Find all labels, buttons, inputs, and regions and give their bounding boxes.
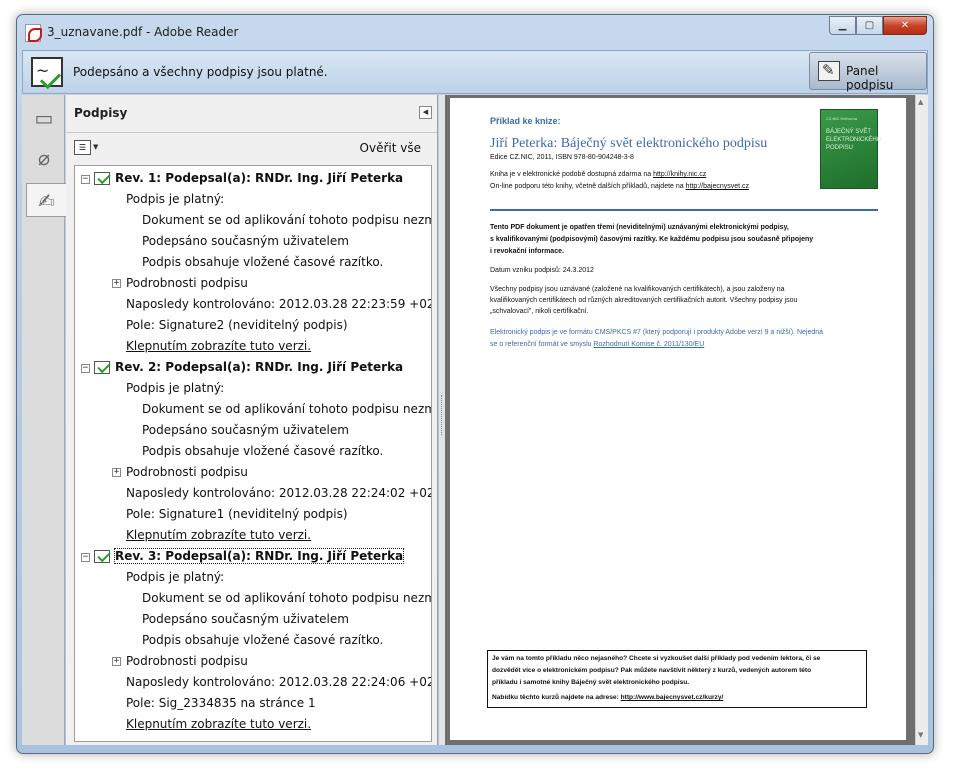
signature-field-text: Pole: Sig_2334835 na stránce 1 bbox=[126, 696, 316, 710]
format-note-line-1: Elektronický podpis je ve formátu CMS/PK… bbox=[490, 329, 824, 336]
validity-label: Podpis je platný: bbox=[126, 570, 225, 584]
signature-details-label[interactable]: Podrobnosti podpisu bbox=[126, 654, 248, 668]
book-cover-image: CZ.NIC Knihovna BÁJEČNÝ SVĚT ELEKTRONICK… bbox=[820, 109, 882, 189]
minimize-button[interactable]: ▁ bbox=[829, 16, 856, 35]
format-note-line-2: se o referenční formát ve smyslu Rozhodn… bbox=[490, 341, 704, 348]
check-item: Podepsáno současným uživatelem bbox=[142, 423, 349, 437]
window-title: 3_uznavane.pdf - Adobe Reader bbox=[47, 25, 239, 39]
collapse-toggle[interactable]: − bbox=[81, 364, 90, 373]
support-link[interactable]: http://bajecnysvet.cz bbox=[686, 183, 749, 190]
signatures-panel-title: Podpisy bbox=[74, 106, 128, 120]
valid-signature-icon bbox=[94, 171, 111, 185]
intro-line-1: Tento PDF dokument je opatřen třemi (nev… bbox=[490, 224, 789, 231]
check-item: Podpis obsahuje vložené časové razítko. bbox=[142, 444, 384, 458]
navigation-tool-strip: ▭ ⌀ ✍ bbox=[22, 95, 66, 745]
check-item: Podpis obsahuje vložené časové razítko. bbox=[142, 633, 384, 647]
check-item: Podepsáno současným uživatelem bbox=[142, 612, 349, 626]
view-revision-link[interactable]: Klepnutím zobrazíte tuto verzi. bbox=[126, 528, 311, 542]
pages-icon[interactable]: ▭ bbox=[27, 101, 61, 135]
check-item: Dokument se od aplikování tohoto podpisu… bbox=[142, 402, 432, 416]
format-note-text: se o referenční formát ve smyslu bbox=[490, 341, 594, 348]
options-menu-icon[interactable]: ☰ bbox=[74, 140, 91, 155]
signature-details-label[interactable]: Podrobnosti podpisu bbox=[126, 276, 248, 290]
scroll-down-arrow[interactable]: ▼ bbox=[918, 731, 923, 739]
courses-link[interactable]: http://www.bajecnysvet.cz/kurzy/ bbox=[621, 694, 724, 701]
ebook-line-text: Kniha je v elektronické podobě dostupná … bbox=[490, 171, 654, 178]
pen-icon bbox=[818, 61, 840, 81]
valid-signature-icon bbox=[94, 549, 111, 563]
body-line-3: „schvalovací", nikoli certifikační. bbox=[490, 308, 589, 315]
box-line-2: dozvědět více o elektronickém podpisu? P… bbox=[492, 667, 812, 674]
scroll-up-arrow[interactable]: ▲ bbox=[918, 98, 923, 106]
edition-text: Edice CZ.NIC, 2011, ISBN 978-80-904248-3… bbox=[490, 154, 634, 161]
course-address-label: Nabídku těchto kurzů najdete na adrese: bbox=[492, 694, 621, 701]
signature-details-label[interactable]: Podrobnosti podpisu bbox=[126, 465, 248, 479]
pdf-page: Příklad ke knize: Jiří Peterka: Báječný … bbox=[450, 98, 906, 740]
signature-tree[interactable]: − Rev. 1: Podepsal(a): RNDr. Ing. Jiří P… bbox=[74, 165, 432, 742]
box-line-1: Je vám na tomto příkladu něco nejasného?… bbox=[492, 655, 821, 662]
book-cover-publisher: CZ.NIC Knihovna bbox=[826, 116, 858, 121]
book-title: Jiří Peterka: Báječný svět elektronickéh… bbox=[490, 136, 768, 151]
chevron-down-icon[interactable]: ▼ bbox=[93, 143, 98, 151]
expand-toggle[interactable]: + bbox=[112, 279, 121, 288]
intro-line-3: i revokační informace. bbox=[490, 248, 564, 255]
signature-valid-icon: ~ bbox=[31, 57, 63, 87]
signatures-panel: Podpisy ◀ ☰ ▼ Ověřit vše − Rev. 1: Podep… bbox=[66, 95, 438, 745]
validity-label: Podpis je platný: bbox=[126, 381, 225, 395]
signature-field-text: Pole: Signature1 (neviditelný podpis) bbox=[126, 507, 348, 521]
last-checked-text: Naposledy kontrolováno: 2012.03.28 22:23… bbox=[126, 297, 432, 311]
check-item: Podepsáno současným uživatelem bbox=[142, 234, 349, 248]
ebook-line: Kniha je v elektronické podobě dostupná … bbox=[490, 171, 706, 178]
pdf-file-icon bbox=[25, 24, 42, 42]
signatures-icon[interactable]: ✍ bbox=[26, 183, 66, 217]
close-button[interactable]: ✕ bbox=[883, 16, 927, 35]
body-line-2: kvalifikovaných certifikátech od různých… bbox=[490, 297, 798, 304]
last-checked-text: Naposledy kontrolováno: 2012.03.28 22:24… bbox=[126, 486, 432, 500]
support-line: On-line podporu této knihy, včetně další… bbox=[490, 183, 749, 190]
revision-heading[interactable]: Rev. 1: Podepsal(a): RNDr. Ing. Jiří Pet… bbox=[115, 171, 403, 185]
expand-toggle[interactable]: + bbox=[112, 468, 121, 477]
signature-status-text: Podepsáno a všechny podpisy jsou platné. bbox=[73, 65, 328, 79]
check-item: Podpis obsahuje vložené časové razítko. bbox=[142, 255, 384, 269]
view-revision-link[interactable]: Klepnutím zobrazíte tuto verzi. bbox=[126, 717, 311, 731]
header-divider bbox=[490, 209, 878, 211]
maximize-button[interactable]: ▢ bbox=[856, 16, 883, 35]
signature-message-bar: ~ Podepsáno a všechny podpisy jsou platn… bbox=[22, 50, 928, 94]
attachments-icon[interactable]: ⌀ bbox=[27, 141, 61, 175]
expand-toggle[interactable]: + bbox=[112, 657, 121, 666]
box-line-4: Nabídku těchto kurzů najdete na adrese: … bbox=[492, 694, 723, 701]
collapse-panel-icon[interactable]: ◀ bbox=[419, 106, 432, 119]
check-item: Dokument se od aplikování tohoto podpisu… bbox=[142, 213, 432, 227]
validity-label: Podpis je platný: bbox=[126, 192, 225, 206]
ebook-link[interactable]: http://knihy.nic.cz bbox=[653, 171, 706, 178]
check-item: Dokument se od aplikování tohoto podpisu… bbox=[142, 591, 432, 605]
verify-all-button[interactable]: Ověřit vše bbox=[360, 141, 421, 155]
signature-date: Datum vzniku podpisů: 24.3.2012 bbox=[490, 267, 594, 274]
title-bar[interactable]: 3_uznavane.pdf - Adobe Reader ▁ ▢ ✕ bbox=[17, 15, 933, 51]
valid-signature-icon bbox=[94, 360, 111, 374]
support-line-text: On-line podporu této knihy, včetně další… bbox=[490, 183, 686, 190]
collapse-toggle[interactable]: − bbox=[81, 175, 90, 184]
box-line-3: příkladu i samotné knihy Báječný svět el… bbox=[492, 679, 690, 686]
signature-panel-button[interactable]: Panel podpisu bbox=[809, 52, 927, 92]
signatures-toolbar: ☰ ▼ Ověřit vše bbox=[66, 135, 437, 163]
course-info-box: Je vám na tomto příkladu něco nejasného?… bbox=[487, 650, 867, 708]
commission-decision-link[interactable]: Rozhodnutí Komise č. 2011/130/EU bbox=[593, 341, 704, 348]
revision-heading[interactable]: Rev. 2: Podepsal(a): RNDr. Ing. Jiří Pet… bbox=[115, 360, 403, 374]
last-checked-text: Naposledy kontrolováno: 2012.03.28 22:24… bbox=[126, 675, 432, 689]
body-line-1: Všechny podpisy jsou uznávané (založené … bbox=[490, 286, 785, 293]
signatures-panel-header: Podpisy ◀ bbox=[66, 95, 437, 133]
example-label: Příklad ke knize: bbox=[490, 116, 561, 126]
collapse-toggle[interactable]: − bbox=[81, 553, 90, 562]
intro-line-2: s kvalifikovanými (podpisovými) časovými… bbox=[490, 236, 814, 243]
signature-field-text: Pole: Signature2 (neviditelný podpis) bbox=[126, 318, 348, 332]
signature-panel-button-label: Panel podpisu bbox=[846, 64, 894, 92]
book-cover-title: BÁJEČNÝ SVĚT ELEKTRONICKÉHO PODPISU bbox=[826, 129, 882, 151]
view-revision-link[interactable]: Klepnutím zobrazíte tuto verzi. bbox=[126, 339, 311, 353]
vertical-scrollbar[interactable]: ▲ ▼ bbox=[915, 95, 928, 745]
revision-heading[interactable]: Rev. 3: Podepsal(a): RNDr. Ing. Jiří Pet… bbox=[113, 548, 405, 564]
